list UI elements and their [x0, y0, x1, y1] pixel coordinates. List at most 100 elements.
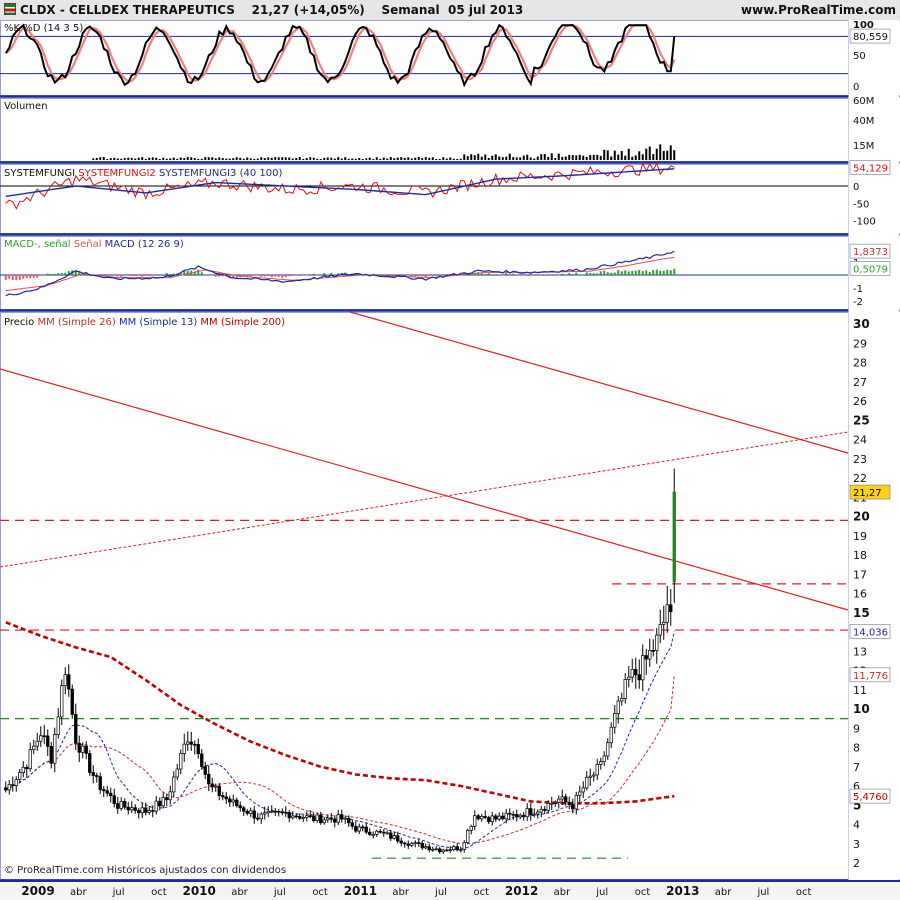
- candle-body: [438, 848, 442, 853]
- macd-histogram-bar: [116, 275, 119, 277]
- candle-body: [620, 698, 624, 702]
- chart-area[interactable]: 3029282726252423222120191817161513121110…: [0, 0, 900, 900]
- volume-title: Volumen: [4, 101, 48, 112]
- macd-histogram-bar: [571, 274, 574, 275]
- candle-body: [102, 789, 106, 792]
- candle-body: [53, 734, 57, 764]
- macd-title-part: Señal: [71, 239, 102, 250]
- candle-body: [501, 815, 505, 820]
- candle-body: [137, 810, 141, 814]
- volume-bar: [123, 158, 126, 160]
- macd-histogram-bar: [592, 273, 595, 275]
- volume-tick-label: 15M: [853, 141, 874, 152]
- candle-body: [18, 772, 22, 780]
- volume-bar: [540, 154, 543, 160]
- candle-body: [81, 745, 85, 753]
- macd-histogram-bar: [533, 274, 536, 275]
- candle-body: [662, 621, 666, 625]
- price-title-part: MM: [34, 317, 54, 328]
- candle-body: [494, 815, 498, 820]
- macd-histogram-bar: [18, 275, 21, 280]
- candle-body: [284, 811, 288, 814]
- x-axis-label: abr: [70, 887, 87, 898]
- macd-histogram-bar: [127, 275, 130, 276]
- volume-bar: [498, 156, 501, 160]
- candle-body: [392, 835, 396, 839]
- candle-body: [305, 815, 309, 818]
- volume-bar: [459, 158, 462, 160]
- volume-bar: [214, 158, 217, 160]
- price-tick-label: 15: [853, 606, 870, 620]
- macd-histogram-bar: [148, 275, 151, 277]
- x-axis-label: 2012: [505, 884, 538, 898]
- macd-histogram-bar: [421, 275, 424, 277]
- macd-histogram-bar: [631, 271, 634, 275]
- volume-bar: [396, 157, 399, 160]
- stochastic-last-value: 80,559: [853, 32, 888, 43]
- volume-bar: [575, 155, 578, 160]
- price-tick-label: 11: [853, 684, 867, 697]
- macd-title-part: (12 26 9): [135, 239, 184, 250]
- candle-body: [256, 817, 260, 820]
- candle-body: [550, 802, 554, 805]
- price-tick-label: 23: [853, 453, 867, 466]
- volume-bar: [386, 158, 389, 160]
- macd-histogram-bar: [305, 275, 308, 276]
- volume-bar: [158, 158, 161, 160]
- x-axis-label: 2011: [344, 884, 377, 898]
- x-axis-label: jul: [273, 887, 286, 898]
- candle-body: [371, 834, 375, 836]
- macd-histogram-bar: [312, 273, 315, 275]
- volume-bar: [424, 157, 427, 160]
- candle-body: [46, 735, 50, 747]
- price-tick-label: 8: [853, 742, 860, 755]
- x-axis-label: oct: [312, 887, 328, 898]
- macd-histogram-bar: [200, 272, 203, 275]
- volume-bar: [596, 154, 599, 160]
- candle-body: [518, 814, 522, 818]
- candle-body: [585, 776, 589, 789]
- candle-body: [109, 792, 113, 797]
- price-tick-label: 17: [853, 568, 867, 581]
- candle-body: [476, 815, 480, 820]
- macd-histogram-bar: [260, 275, 263, 277]
- volume-bar: [491, 155, 494, 160]
- volume-bar: [617, 154, 620, 160]
- candle-body: [172, 776, 176, 793]
- candle-body: [413, 842, 417, 844]
- volume-bar: [197, 158, 200, 160]
- candle-body: [165, 797, 169, 801]
- candle-body: [441, 849, 445, 853]
- volume-bar: [326, 157, 329, 160]
- candle-body: [315, 814, 319, 822]
- candle-body: [627, 676, 631, 680]
- candle-body: [266, 810, 270, 814]
- volume-bar: [169, 158, 172, 160]
- candle-body: [602, 755, 606, 762]
- candle-body: [287, 812, 291, 819]
- volume-bar: [585, 156, 588, 160]
- volume-bar: [109, 158, 112, 160]
- macd-histogram-bar: [263, 275, 266, 277]
- candle-body: [452, 846, 456, 850]
- macd-histogram-bar: [323, 273, 326, 275]
- candle-body: [224, 796, 228, 800]
- macd-histogram-bar: [568, 273, 571, 275]
- candle-body: [182, 743, 186, 754]
- macd-histogram-bar: [610, 272, 613, 275]
- candle-body: [147, 810, 151, 813]
- volume-bar: [151, 157, 154, 160]
- mm200-badge: 5,4760: [853, 792, 888, 803]
- macd-histogram-bar: [134, 275, 137, 277]
- volume-bar: [480, 156, 483, 160]
- stochastic-panel: [0, 20, 849, 96]
- price-title-part: (Simple 26): [55, 317, 116, 328]
- candle-body: [578, 791, 582, 796]
- macd-histogram-bar: [480, 273, 483, 275]
- macd-histogram-bar: [309, 275, 312, 276]
- price-tick-label: 16: [853, 588, 867, 601]
- candle-body: [424, 846, 428, 849]
- x-axis-label: abr: [715, 887, 732, 898]
- macd-histogram-bar: [267, 275, 270, 277]
- candle-body: [504, 812, 508, 820]
